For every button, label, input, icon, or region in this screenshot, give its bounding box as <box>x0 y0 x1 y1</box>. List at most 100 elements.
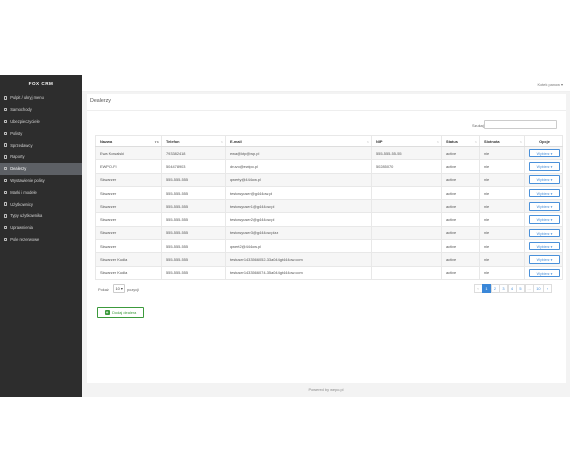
cell-status: active <box>441 212 480 227</box>
sidebar-item-sprzedawcy[interactable]: Sprzedawcy <box>0 139 82 151</box>
cell-slot: nie <box>479 239 525 254</box>
column-header-name[interactable]: Nazwa ▾⇅ <box>95 135 162 147</box>
options-dropdown-button[interactable]: Wybierz ▾ <box>529 188 560 198</box>
sidebar-item-label: Uprawnienia <box>10 225 33 231</box>
sidebar-item-uzytkownicy[interactable]: Użytkownicy <box>0 198 82 210</box>
page-title: Dealerzy <box>90 98 111 104</box>
user-menu[interactable]: Kotek panow ▾ <box>537 82 563 87</box>
cell-email: testuser1433566052-33a044gt444ow.com <box>225 252 372 267</box>
cell-phone: 555-555-555 <box>161 252 226 267</box>
sidebar-item-raporty[interactable]: Raporty <box>0 151 82 163</box>
pagination-next[interactable]: › <box>543 284 553 293</box>
table-header-row: Nazwa ▾⇅ Telefon ⇅ E-mail ⇅ NIP ⇅ Status ⇅ Sl… <box>95 135 563 147</box>
lock-icon <box>4 225 8 230</box>
pagination-page[interactable]: 10 <box>533 284 544 293</box>
sidebar-item-pulpit[interactable]: Pulpit / ukryj menu <box>0 92 82 104</box>
options-dropdown-button[interactable]: Wybierz ▾ <box>529 241 560 251</box>
cell-email: ewa@ktp@wp.pl <box>225 145 372 161</box>
page-length-suffix: pozycji <box>127 287 139 292</box>
cell-name: Skwarzer <box>95 199 162 214</box>
sidebar-item-samochody[interactable]: Samochody <box>0 104 82 116</box>
sidebar-item-dealerzy[interactable]: Dealerzy <box>0 162 82 175</box>
cell-options: Wybierz ▾ <box>524 225 563 241</box>
cell-name: Skwarzer Kudła <box>95 252 162 267</box>
cell-nip <box>371 265 442 280</box>
list-icon <box>4 214 8 218</box>
column-header-email[interactable]: E-mail ⇅ <box>225 135 372 147</box>
column-header-phone[interactable]: Telefon ⇅ <box>161 135 226 147</box>
options-dropdown-button[interactable]: Wybierz ▾ <box>529 215 560 224</box>
cell-slot: nie <box>479 159 525 174</box>
sidebar-item-marki-modele[interactable]: Marki i modele <box>0 186 82 198</box>
cell-status: active <box>441 225 480 241</box>
cell-status: active <box>441 159 480 174</box>
sidebar-item-ubezpieczyciele[interactable]: Ubezpieczyciele <box>0 116 82 128</box>
cell-status: active <box>441 252 480 267</box>
cell-slot: nie <box>479 199 525 214</box>
brand-logo: FOX CRM <box>28 81 54 86</box>
add-dealer-button[interactable]: + Dodaj dealera <box>97 307 144 318</box>
cell-nip: 50285070 <box>371 159 442 174</box>
pagination: ‹ 1 2 3 4 5 ... 10 › <box>473 284 553 293</box>
cell-slot: nie <box>479 252 525 267</box>
menu-icon <box>4 96 8 100</box>
cell-status: active <box>441 145 480 161</box>
dealers-panel: Dealerzy Szukaj: Nazwa ▾⇅ Telefon ⇅ E-mail… <box>87 94 566 419</box>
chart-icon <box>4 155 8 159</box>
options-dropdown-button[interactable]: Wybierz ▾ <box>529 148 560 158</box>
cell-slot: nie <box>479 225 525 241</box>
options-dropdown-button[interactable]: Wybierz ▾ <box>529 162 560 171</box>
search-label: Szukaj: <box>472 123 485 128</box>
sort-icon: ⇅ <box>519 140 522 144</box>
column-header-slot[interactable]: Slotnota ⇅ <box>479 135 525 147</box>
cell-options: Wybierz ▾ <box>524 199 563 214</box>
cell-slot: nie <box>479 212 525 227</box>
table-row: Skwarzer Kudła 555-555-555 testuser14335… <box>95 252 563 267</box>
user-icon <box>4 202 8 206</box>
cell-email: qwerty@444ow.pl <box>225 172 372 187</box>
column-header-status[interactable]: Status ⇅ <box>441 135 480 147</box>
sidebar-item-typy-uzytkownika[interactable]: Typy użytkownika <box>0 210 82 222</box>
options-dropdown-button[interactable]: Wybierz ▾ <box>529 268 560 278</box>
cell-nip <box>371 172 442 187</box>
table-row: Skwarzer Kudła 555-555-555 testuser14335… <box>95 265 563 280</box>
document-icon <box>4 131 8 135</box>
cell-email: testuser1433566074-35a044gt444ow.com <box>225 265 372 280</box>
table-row: Skwarzer 555-555-555 testowyuser2@g444ow… <box>95 212 563 227</box>
cell-phone: 555-555-555 <box>161 212 226 227</box>
sidebar-item-pole-rezerwowe[interactable]: Pole rezerwowe <box>0 234 82 246</box>
options-dropdown-button[interactable]: Wybierz ▾ <box>529 228 560 238</box>
sidebar-item-label: Wystawienie polisy <box>10 177 45 183</box>
search-input[interactable] <box>484 120 557 129</box>
options-dropdown-button[interactable]: Wybierz ▾ <box>529 202 560 211</box>
sort-asc-icon: ▾⇅ <box>154 139 159 144</box>
cell-status: active <box>441 172 480 187</box>
column-header-nip[interactable]: NIP ⇅ <box>371 135 442 147</box>
cell-nip <box>371 252 442 267</box>
cell-options: Wybierz ▾ <box>524 265 563 280</box>
sidebar-item-polisy[interactable]: Polisty <box>0 127 82 139</box>
options-dropdown-button[interactable]: Wybierz ▾ <box>529 175 560 184</box>
cell-options: Wybierz ▾ <box>524 185 563 201</box>
sidebar-item-wystawienie-polisy[interactable]: Wystawienie polisy <box>0 175 82 187</box>
sidebar-item-uprawnienia[interactable]: Uprawnienia <box>0 222 82 234</box>
page-length-select[interactable]: 10 ▾ <box>113 284 125 293</box>
sidebar-item-label: Polisty <box>10 130 23 136</box>
cell-name: Skwarzer <box>95 212 162 227</box>
table-row: Skwarzer 555-555-555 qwerty@444ow.pl act… <box>95 172 563 187</box>
sidebar-nav: Pulpit / ukryj menu Samochody Ubezpieczy… <box>0 92 82 245</box>
options-dropdown-button[interactable]: Wybierz ▾ <box>529 255 560 264</box>
cell-name: Skwarzer <box>95 172 162 187</box>
cell-phone: 504478903 <box>161 159 226 174</box>
cell-options: Wybierz ▾ <box>524 252 563 267</box>
main-content: Dealerzy Szukaj: Nazwa ▾⇅ Telefon ⇅ E-mail… <box>82 92 570 419</box>
plus-icon: + <box>104 310 110 315</box>
shield-icon <box>4 119 8 124</box>
dealers-table: Nazwa ▾⇅ Telefon ⇅ E-mail ⇅ NIP ⇅ Status ⇅ Sl… <box>95 135 563 280</box>
cell-phone: 555-555-555 <box>161 172 226 187</box>
cell-email: testowyuser2@g444ow.pl <box>225 212 372 227</box>
table-row: Skwarzer 555-555-555 testowyuser@g444ow.… <box>95 185 563 201</box>
sidebar-item-label: Sprzedawcy <box>10 142 33 148</box>
cell-email: qwert2@444ow.pl <box>225 239 372 254</box>
sidebar: FOX CRM Pulpit / ukryj menu Samochody Ub… <box>0 75 82 397</box>
